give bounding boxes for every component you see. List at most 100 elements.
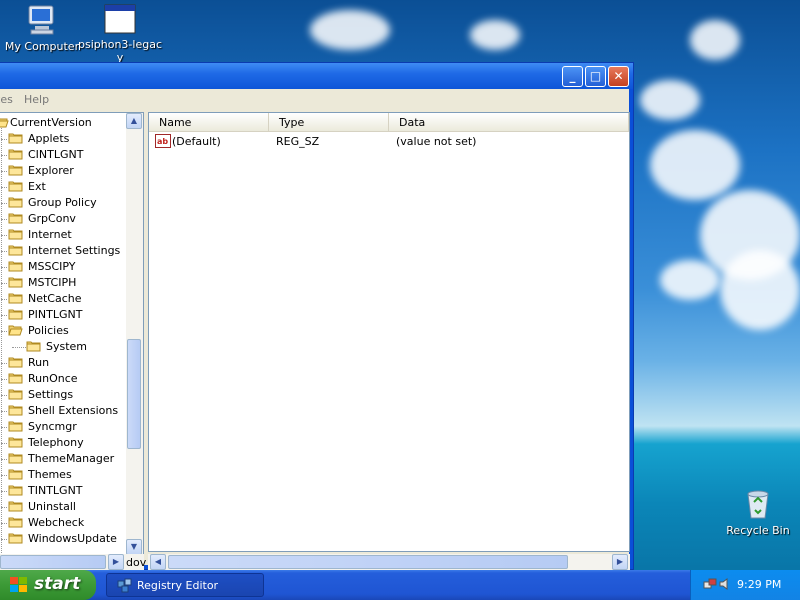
sound-icon[interactable] — [719, 578, 731, 590]
tree-connector-branch — [1, 523, 7, 524]
tree-item-label: NetCache — [28, 292, 82, 305]
tree-item-label: Group Policy — [28, 196, 97, 209]
desktop-icon-my-computer[interactable]: My Computer — [0, 4, 84, 53]
desktop-icon-label: Recycle Bin — [726, 524, 790, 537]
scroll-thumb[interactable] — [168, 555, 568, 569]
column-header-type[interactable]: Type — [269, 113, 389, 132]
folder-icon — [8, 404, 23, 416]
windows-logo-icon — [10, 577, 27, 592]
folder-icon — [8, 420, 23, 432]
tree-connector-branch — [1, 203, 7, 204]
table-row[interactable]: ab (Default) REG_SZ (value not set) — [149, 133, 629, 150]
folder-icon — [8, 148, 23, 160]
registry-value-list[interactable]: Name Type Data ab (Default) REG_SZ (valu… — [148, 112, 630, 552]
folder-icon — [8, 468, 23, 480]
clock: 9:29 PM — [737, 578, 782, 591]
scroll-up-button[interactable]: ▲ — [126, 113, 142, 129]
scroll-right-button[interactable]: ▶ — [612, 554, 628, 570]
tree-item-label: Ext — [28, 180, 46, 193]
folder-icon — [8, 500, 23, 512]
tree-item-label: Themes — [28, 468, 72, 481]
start-label: start — [34, 574, 81, 594]
tree-item-label: Explorer — [28, 164, 74, 177]
registry-editor-icon — [117, 578, 132, 593]
scroll-thumb[interactable] — [127, 339, 141, 449]
tree-item-label: CurrentVersion — [10, 116, 92, 129]
folder-icon — [26, 340, 41, 352]
tree-item-label: Shell Extensions — [28, 404, 119, 417]
tree-connector-branch — [1, 283, 7, 284]
tree-connector-branch — [1, 539, 7, 540]
tree-item-label: RunOnce — [28, 372, 78, 385]
tree-item-label: Policies — [28, 324, 69, 337]
tree-connector-branch — [1, 379, 7, 380]
menu-item-favorites[interactable]: tes — [0, 93, 13, 106]
tree-item-label: Applets — [28, 132, 70, 145]
tree-item-label: MSSCIPY — [28, 260, 76, 273]
tree-item-label: Settings — [28, 388, 74, 401]
tree-vertical-scrollbar[interactable]: ▲ ▼ — [126, 113, 143, 555]
minimize-button[interactable]: _ — [562, 66, 583, 87]
tree-connector-branch — [1, 491, 7, 492]
network-icon[interactable] — [703, 577, 717, 591]
folder-icon — [8, 308, 23, 320]
folder-icon — [8, 356, 23, 368]
recycle-bin-icon — [747, 490, 769, 519]
tree-connector-branch — [1, 155, 7, 156]
scroll-right-button[interactable]: ▶ — [108, 554, 124, 570]
desktop-icon-label: My Computer — [4, 40, 80, 53]
computer-icon — [28, 5, 54, 35]
tree-horizontal-scrollbar[interactable]: ▶ dov — [0, 554, 147, 571]
folder-icon — [8, 164, 23, 176]
registry-editor-window: _ □ ✕ tes Help CurrentVersion Applets CINT… — [0, 62, 634, 571]
column-header-name[interactable]: Name — [149, 113, 269, 132]
folder-icon — [8, 260, 23, 272]
tree-item-label: GrpConv — [28, 212, 76, 225]
tree-item-label: Uninstall — [28, 500, 76, 513]
tree-connector-branch — [1, 187, 7, 188]
folder-icon — [8, 452, 23, 464]
tree-connector-branch — [1, 475, 7, 476]
scroll-thumb[interactable] — [0, 555, 106, 569]
tree-connector-branch — [1, 427, 7, 428]
close-button[interactable]: ✕ — [608, 66, 629, 87]
folder-icon — [8, 484, 23, 496]
application-window-icon — [104, 4, 136, 34]
folder-icon — [8, 292, 23, 304]
maximize-button[interactable]: □ — [585, 66, 606, 87]
scroll-down-button[interactable]: ▼ — [126, 539, 142, 555]
tree-item-label: Run — [28, 356, 50, 369]
tree-item-label: TINTLGNT — [28, 484, 83, 497]
taskbar-button-registry-editor[interactable]: Registry Editor — [106, 573, 264, 597]
tree-connector-branch — [1, 411, 7, 412]
registry-key-tree[interactable]: CurrentVersion Applets CINTLGNT Explorer Ext… — [0, 112, 144, 570]
list-horizontal-scrollbar[interactable]: ◀ ▶ — [148, 554, 630, 571]
tree-connector-branch — [12, 347, 26, 348]
window-titlebar[interactable]: _ □ ✕ — [0, 63, 633, 89]
tree-connector-branch — [1, 139, 7, 140]
tree-item-label: Internet — [28, 228, 72, 241]
folder-icon — [8, 276, 23, 288]
tree-connector-branch — [1, 219, 7, 220]
tree-item-label: Webcheck — [28, 516, 85, 529]
tree-item-label: System — [46, 340, 88, 353]
taskbar-button-label: Registry Editor — [137, 579, 219, 592]
scroll-left-button[interactable]: ◀ — [150, 554, 166, 570]
folder-icon — [8, 212, 23, 224]
menu-item-help[interactable]: Help — [24, 93, 49, 106]
desktop-icon-recycle-bin[interactable]: Recycle Bin — [716, 488, 800, 537]
taskbar: start Registry Editor 9:29 PM — [0, 570, 800, 600]
tree-connector-branch — [1, 459, 7, 460]
tree-item-label: Telephony — [28, 436, 84, 449]
tree-connector-branch — [1, 235, 7, 236]
tree-connector-branch — [1, 267, 7, 268]
tree-connector-branch — [1, 315, 7, 316]
status-fragment: dov — [126, 556, 147, 569]
folder-icon — [8, 388, 23, 400]
start-button[interactable]: start — [0, 570, 96, 600]
desktop-icon-psiphon[interactable]: psiphon3-legac y — [78, 4, 162, 64]
tree-item-label: Syncmgr — [28, 420, 77, 433]
tree-item-label: PINTLGNT — [28, 308, 83, 321]
desktop-icon-label: psiphon3-legac — [78, 38, 162, 51]
column-header-data[interactable]: Data — [389, 113, 629, 132]
